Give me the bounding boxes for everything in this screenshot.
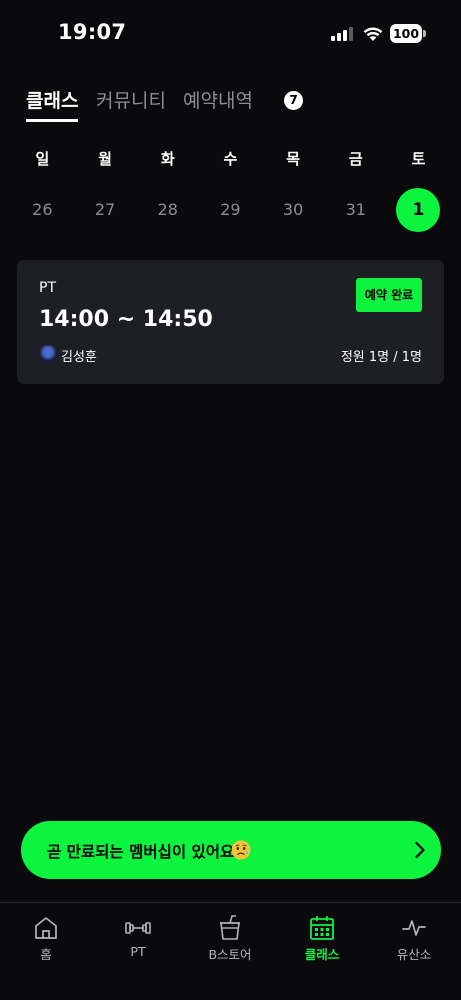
nav-label: B스토어 (208, 947, 252, 962)
nav-item-pt[interactable]: PT (103, 913, 173, 969)
date-cell[interactable]: 27 (74, 188, 137, 231)
class-card[interactable]: PT 14:00 ~ 14:50 예약 완료 김성훈 정원 1명 / 1명 (17, 260, 444, 384)
avatar (39, 345, 57, 363)
class-time: 14:00 ~ 14:50 (39, 307, 213, 332)
date-cell[interactable]: 28 (136, 188, 199, 231)
nav-label: PT (130, 944, 146, 959)
weekday-label: 수 (223, 150, 238, 168)
weekday-label: 월 (98, 150, 112, 168)
nav-label: 홈 (40, 947, 52, 962)
banner-text: 곧 만료되는 멤버십이 있어요 (47, 843, 235, 861)
tab-class[interactable]: 클래스 (26, 86, 78, 113)
date-cell[interactable]: 31 (324, 188, 387, 231)
date-number: 29 (220, 200, 241, 219)
weekday-label: 일 (35, 150, 50, 168)
tab-active-indicator (26, 119, 78, 122)
reservation-count-badge: 7 (284, 91, 303, 110)
pulse-icon (402, 920, 426, 936)
battery-level: 100 (392, 26, 420, 41)
status-bar: 19:07 100 (0, 0, 461, 70)
chevron-right-icon (415, 841, 425, 859)
status-time: 19:07 (58, 20, 127, 44)
cup-icon (220, 915, 240, 940)
date-cell[interactable]: 30 (262, 188, 325, 231)
bottom-nav: 홈 PT B스토어 클래스 유산소 (0, 902, 461, 1000)
wifi-icon (363, 27, 383, 41)
home-icon (35, 917, 57, 939)
weekday-row: 일 월 화 수 목 금 토 (11, 148, 450, 169)
dumbbell-icon (125, 922, 151, 934)
weekday-label: 금 (348, 150, 363, 168)
signal-icon (331, 27, 353, 41)
date-number: 26 (32, 200, 53, 219)
date-cell[interactable]: 1 (387, 187, 450, 232)
date-row: 26 27 28 29 30 31 1 (11, 187, 450, 232)
date-number: 1 (396, 187, 441, 232)
calendar-icon (310, 916, 334, 940)
nav-item-bstore[interactable]: B스토어 (195, 913, 265, 969)
trainer-name: 김성훈 (61, 350, 97, 365)
membership-expiry-banner[interactable]: 곧 만료되는 멤버십이 있어요 (21, 821, 441, 879)
date-cell[interactable]: 29 (199, 188, 262, 231)
date-number: 27 (94, 200, 116, 219)
date-number: 28 (157, 200, 178, 219)
nav-label: 유산소 (396, 947, 432, 962)
nav-item-home[interactable]: 홈 (11, 913, 81, 969)
nav-label: 클래스 (304, 947, 340, 962)
capacity-text: 정원 1명 / 1명 (340, 350, 422, 365)
date-number: 30 (282, 200, 304, 219)
weekday-label: 화 (160, 150, 175, 168)
worried-face-icon (231, 840, 251, 860)
reservation-status-button[interactable]: 예약 완료 (356, 278, 422, 312)
date-number: 31 (345, 200, 366, 219)
nav-item-cardio[interactable]: 유산소 (379, 913, 449, 969)
tab-community[interactable]: 커뮤니티 (96, 86, 166, 113)
weekday-label: 토 (411, 150, 426, 168)
weekday-label: 목 (286, 150, 300, 168)
date-cell[interactable]: 26 (11, 188, 74, 231)
class-type: PT (39, 280, 56, 296)
tab-reservation[interactable]: 예약내역 (183, 86, 253, 113)
nav-item-class[interactable]: 클래스 (287, 913, 357, 969)
battery-indicator: 100 (390, 24, 426, 43)
